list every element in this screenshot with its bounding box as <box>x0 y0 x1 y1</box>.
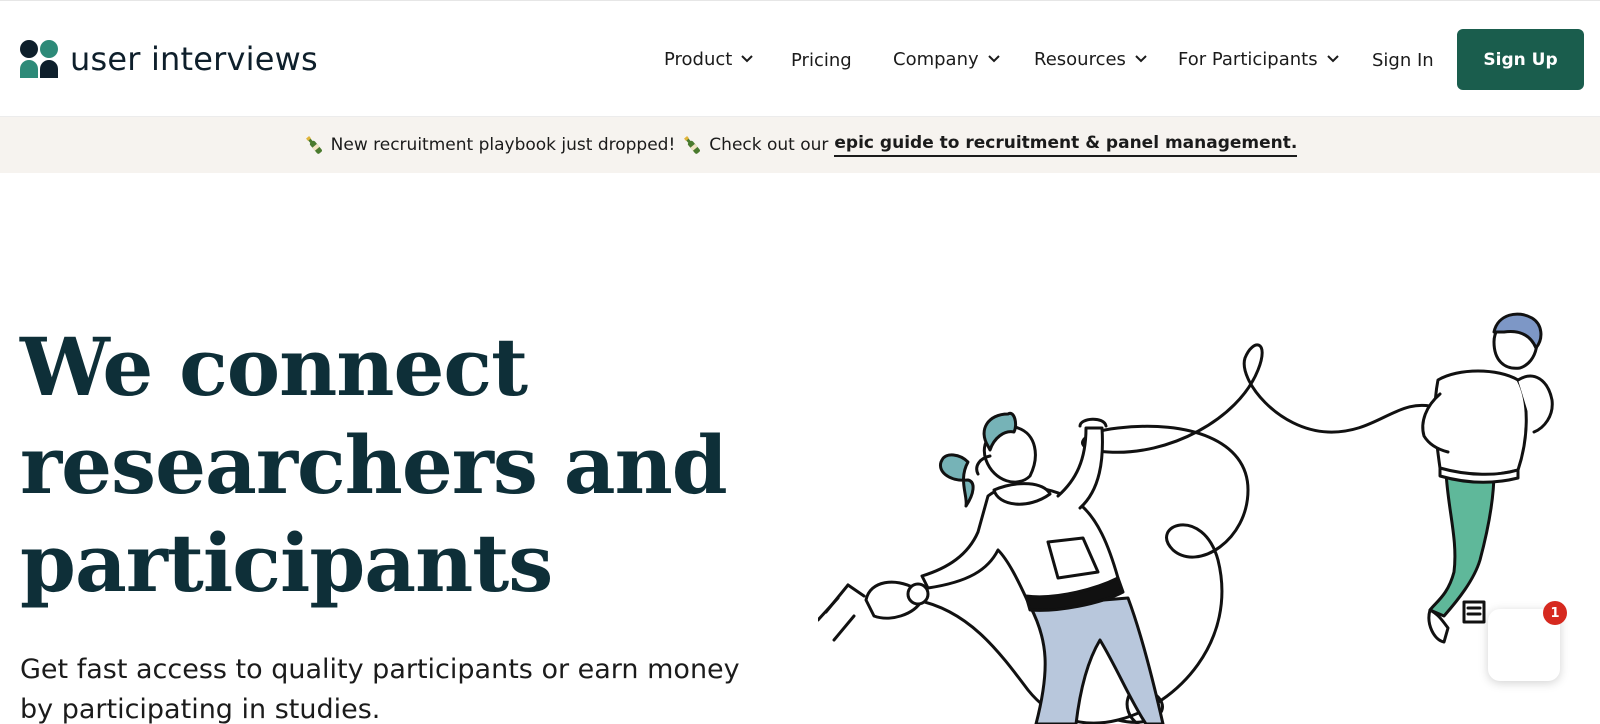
nav-item-label: Pricing <box>791 49 852 71</box>
site-header: user interviews Product Pricing Company … <box>0 0 1600 117</box>
hero-title: We connect researchers and participants <box>20 318 780 612</box>
chevron-down-icon <box>741 55 754 63</box>
hero-illustration <box>818 312 1554 724</box>
sign-up-button[interactable]: Sign Up <box>1457 29 1584 90</box>
hero-subtitle-line: by participating in studies. <box>20 694 381 724</box>
hero-subtitle: Get fast access to quality participants … <box>20 650 780 724</box>
announcement-banner: New recruitment playbook just dropped! C… <box>0 117 1600 173</box>
plug-icon <box>818 580 924 642</box>
chat-notification-badge: 1 <box>1543 601 1567 625</box>
chevron-down-icon <box>987 55 1000 63</box>
nav-item-for-participants[interactable]: For Participants <box>1178 41 1340 77</box>
champagne-bottle-icon <box>684 136 701 154</box>
sign-in-link[interactable]: Sign In <box>1372 42 1434 78</box>
nav-item-label: Resources <box>1034 48 1126 70</box>
logo-text: user interviews <box>70 40 318 78</box>
hero-subtitle-line: Get fast access to quality participants … <box>20 654 740 685</box>
hero-title-line: researchers and <box>20 418 728 512</box>
hero-title-line: participants <box>20 516 553 610</box>
nav-item-company[interactable]: Company <box>893 41 1001 77</box>
champagne-bottle-icon <box>305 136 322 154</box>
nav-item-product[interactable]: Product <box>664 41 754 77</box>
chevron-down-icon <box>1135 55 1147 63</box>
banner-guide-link[interactable]: epic guide to recruitment & panel manage… <box>834 133 1298 157</box>
hero-title-line: We connect <box>20 320 528 414</box>
nav-item-label: Company <box>893 48 979 70</box>
nav-item-label: Product <box>664 48 733 70</box>
banner-text-1: New recruitment playbook just dropped! <box>330 135 676 155</box>
banner-text-2: Check out our <box>709 135 829 155</box>
chevron-down-icon <box>1326 55 1339 63</box>
logo-mark-icon <box>20 40 58 78</box>
logo[interactable]: user interviews <box>20 39 318 79</box>
nav-item-label: For Participants <box>1178 48 1318 70</box>
sign-in-label: Sign In <box>1372 49 1434 71</box>
nav-item-resources[interactable]: Resources <box>1034 41 1148 77</box>
nav-item-pricing[interactable]: Pricing <box>791 42 852 78</box>
